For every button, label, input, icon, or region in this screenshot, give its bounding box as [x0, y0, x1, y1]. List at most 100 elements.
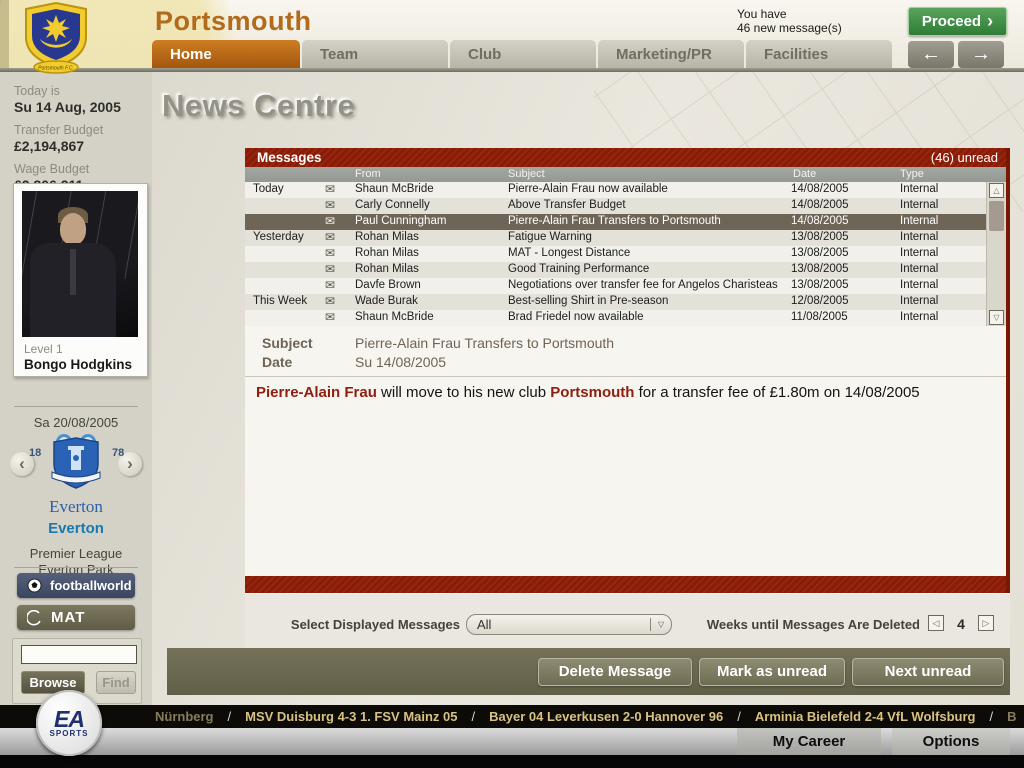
find-button[interactable]: Find: [96, 671, 136, 694]
column-type: Type: [900, 168, 924, 180]
main-content: News Centre Messages (46) unread From Su…: [152, 72, 1024, 705]
nav-back-button[interactable]: ←: [908, 41, 954, 68]
message-row[interactable]: This Week ✉ Wade Burak Best-selling Shir…: [245, 294, 1006, 310]
page-title: News Centre: [162, 88, 356, 123]
scroll-up-icon[interactable]: △: [989, 183, 1004, 198]
message-row[interactable]: ✉ Rohan Milas Good Training Performance …: [245, 262, 1006, 278]
today-value: Su 14 Aug, 2005: [14, 99, 121, 115]
message-row[interactable]: Today ✉ Shaun McBride Pierre-Alain Frau …: [245, 182, 1006, 198]
envelope-icon: ✉: [325, 310, 336, 324]
club-title: Portsmouth: [155, 6, 312, 36]
message-row[interactable]: ✉ Davfe Brown Negotiations over transfer…: [245, 278, 1006, 294]
panel-bottom-bar: [245, 576, 1006, 593]
action-bar: Delete Message Mark as unread Next unrea…: [167, 648, 1010, 695]
proceed-chevron-icon: ›: [987, 10, 994, 31]
detail-subject-label: Subject: [262, 335, 313, 351]
filter-label: Select Displayed Messages: [290, 617, 460, 632]
opponent-link[interactable]: Everton: [0, 520, 152, 537]
manager-photo: [22, 191, 138, 337]
sidebar-divider: [14, 406, 138, 407]
scrollbar-thumb[interactable]: [989, 201, 1004, 231]
mat-button[interactable]: MAT: [17, 605, 135, 630]
filter-value: All: [477, 617, 492, 632]
tab-club[interactable]: Club: [450, 40, 596, 68]
envelope-icon: ✉: [325, 214, 336, 228]
tab-team[interactable]: Team: [302, 40, 448, 68]
footer-bar: My Career Options: [0, 728, 1024, 755]
message-list: Today ✉ Shaun McBride Pierre-Alain Frau …: [245, 182, 1006, 326]
new-messages-notice: You have 46 new message(s): [737, 7, 842, 35]
sidebar-divider: [14, 567, 138, 568]
envelope-icon: ✉: [325, 262, 336, 276]
detail-subject-value: Pierre-Alain Frau Transfers to Portsmout…: [355, 335, 615, 351]
opponent-crest-caption: Everton: [49, 497, 103, 516]
detail-body: Pierre-Alain Frau will move to his new c…: [256, 384, 920, 401]
message-row[interactable]: ✉ Carly Connelly Above Transfer Budget 1…: [245, 198, 1006, 214]
message-row[interactable]: Yesterday ✉ Rohan Milas Fatigue Warning …: [245, 230, 1006, 246]
player-name: Pierre-Alain Frau: [256, 384, 377, 401]
column-date: Date: [793, 168, 817, 180]
scroll-down-icon[interactable]: ▽: [989, 310, 1004, 325]
manager-photo-card: Level 1 Bongo Hodgkins: [13, 183, 148, 377]
header: Portsmouth You have 46 new message(s) Pr…: [0, 0, 1024, 68]
search-input[interactable]: [21, 645, 137, 664]
detail-divider: [245, 376, 1006, 377]
results-ticker: Nürnberg / MSV Duisburg 4-3 1. FSV Mainz…: [0, 705, 1024, 728]
envelope-icon: ✉: [325, 182, 336, 196]
tab-facilities[interactable]: Facilities: [746, 40, 892, 68]
footballworld-button[interactable]: footballworld: [17, 573, 135, 598]
everton-crest-icon: [44, 432, 108, 501]
message-row-selected[interactable]: ✉ Paul Cunningham Pierre-Alain Frau Tran…: [245, 214, 1006, 230]
football-icon: [27, 578, 42, 593]
unread-count: (46) unread: [930, 150, 998, 165]
panel-title: Messages: [257, 150, 322, 165]
tab-home[interactable]: Home: [152, 40, 300, 68]
envelope-icon: ✉: [325, 246, 336, 260]
crest-year-left: 18: [29, 447, 42, 459]
delete-message-button[interactable]: Delete Message: [538, 657, 692, 686]
weeks-decrement-button[interactable]: ◁: [928, 615, 944, 631]
tab-marketing-pr[interactable]: Marketing/PR: [598, 40, 744, 68]
svg-text:Portsmouth F.C.: Portsmouth F.C.: [38, 66, 74, 72]
competition-name: Premier League: [29, 546, 123, 561]
detail-date-label: Date: [262, 354, 293, 370]
next-unread-button[interactable]: Next unread: [852, 657, 1004, 686]
envelope-icon: ✉: [325, 198, 336, 212]
bottom-black-bar: [0, 755, 1024, 768]
message-row[interactable]: ✉ Shaun McBride Brad Friedel now availab…: [245, 310, 1006, 326]
message-list-scrollbar[interactable]: △ ▽: [986, 182, 1006, 326]
today-label: Today is: [14, 84, 60, 98]
filter-dropdown[interactable]: All ▽: [466, 614, 672, 635]
column-headers: From Subject Date Type: [245, 167, 1006, 182]
weeks-value: 4: [957, 616, 965, 632]
nav-forward-button[interactable]: →: [958, 41, 1004, 68]
next-match-date: Sa 20/08/2005: [33, 415, 119, 430]
column-subject: Subject: [508, 168, 545, 180]
envelope-icon: ✉: [325, 230, 336, 244]
my-career-button[interactable]: My Career: [737, 728, 881, 755]
detail-date-value: Su 14/08/2005: [355, 354, 447, 370]
message-controls: Select Displayed Messages All ▽ Weeks un…: [245, 593, 1010, 650]
transfer-budget-label: Transfer Budget: [14, 123, 104, 137]
options-button[interactable]: Options: [892, 728, 1010, 755]
proceed-button[interactable]: Proceed ›: [908, 7, 1007, 36]
messages-panel: Messages (46) unread From Subject Date T…: [245, 148, 1010, 650]
manager-name: Bongo Hodgkins: [24, 357, 132, 372]
portsmouth-crest-icon: Portsmouth F.C.: [16, 1, 96, 80]
manager-level: Level 1: [24, 342, 63, 356]
message-detail: Subject Pierre-Alain Frau Transfers to P…: [245, 326, 1006, 576]
mark-as-unread-button[interactable]: Mark as unread: [699, 657, 845, 686]
messages-panel-header: Messages (46) unread: [245, 148, 1006, 167]
column-from: From: [355, 168, 381, 180]
mat-crescent-icon: [27, 609, 41, 625]
envelope-icon: ✉: [325, 294, 336, 308]
wage-budget-label: Wage Budget: [14, 162, 90, 176]
envelope-icon: ✉: [325, 278, 336, 292]
sidebar: Today is Su 14 Aug, 2005 Transfer Budget…: [0, 72, 152, 705]
weeks-increment-button[interactable]: ▷: [978, 615, 994, 631]
message-row[interactable]: ✉ Rohan Milas MAT - Longest Distance 13/…: [245, 246, 1006, 262]
crest-year-right: 78: [112, 447, 125, 459]
transfer-budget-value: £2,194,867: [14, 138, 85, 154]
weeks-label: Weeks until Messages Are Deleted: [706, 617, 920, 632]
ea-sports-logo: EA SPORTS: [36, 690, 102, 756]
